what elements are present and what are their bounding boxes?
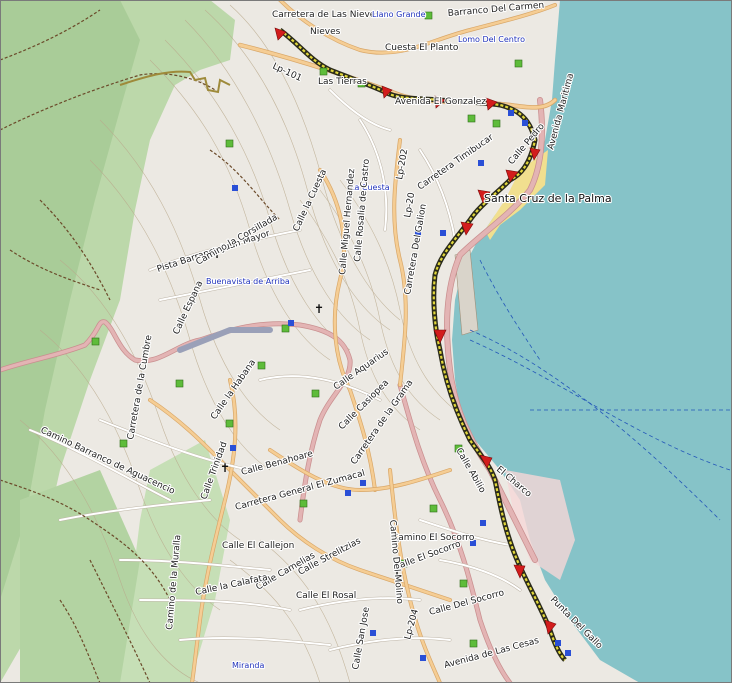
poi-icon[interactable]: [119, 439, 128, 448]
poi-icon[interactable]: [288, 320, 294, 326]
poi-icon[interactable]: [345, 490, 351, 496]
poi-icon[interactable]: [257, 361, 266, 370]
poi-icon[interactable]: [225, 419, 234, 428]
poi-icon[interactable]: [429, 504, 438, 513]
poi-icon[interactable]: [360, 480, 366, 486]
poi-icon[interactable]: [311, 389, 320, 398]
poi-icon[interactable]: [91, 337, 100, 346]
poi-icon[interactable]: [370, 630, 376, 636]
poi-icon[interactable]: [467, 114, 476, 123]
poi-icon[interactable]: [225, 139, 234, 148]
poi-icon[interactable]: [281, 324, 290, 333]
poi-icon[interactable]: [440, 230, 446, 236]
poi-icon[interactable]: [175, 379, 184, 388]
poi-icon[interactable]: [555, 640, 561, 646]
poi-icon[interactable]: [522, 120, 528, 126]
poi-icon[interactable]: [478, 160, 484, 166]
poi-icon[interactable]: [480, 520, 486, 526]
street-label: Las Tierras: [318, 77, 367, 87]
map-canvas[interactable]: ✝ ✝ ✝ ✝ Carretera de Las Nieves Cuesta E…: [0, 0, 732, 683]
street-label: Camino El Socorro: [392, 533, 475, 543]
place-label: Miranda: [232, 661, 264, 670]
place-label: Llano Grande: [372, 10, 426, 19]
street-label: Calle El Rosal: [296, 591, 356, 601]
poi-icon[interactable]: [565, 650, 571, 656]
place-label: Buenavista de Arriba: [206, 277, 290, 286]
place-label: Lomo Del Centro: [458, 35, 525, 44]
street-label: Nieves: [310, 27, 341, 37]
poi-icon[interactable]: [319, 67, 328, 76]
poi-icon[interactable]: [420, 655, 426, 661]
street-label: Calle El Callejon: [222, 541, 294, 551]
poi-icon[interactable]: [299, 499, 308, 508]
poi-icon[interactable]: [459, 579, 468, 588]
poi-icon[interactable]: [492, 119, 501, 128]
church-icon[interactable]: ✝: [314, 302, 324, 316]
street-label: Avenida El Gonzalez: [395, 97, 486, 107]
poi-icon[interactable]: [424, 11, 433, 20]
poi-icon[interactable]: [469, 639, 478, 648]
poi-icon[interactable]: [508, 110, 514, 116]
poi-icon[interactable]: [514, 59, 523, 68]
street-label: Cuesta El Planto: [385, 43, 459, 53]
street-label: Carretera de Las Nieves: [272, 10, 380, 20]
town-label: Santa Cruz de la Palma: [484, 192, 612, 205]
poi-icon[interactable]: [232, 185, 238, 191]
poi-icon[interactable]: [230, 445, 236, 451]
place-label: La Cuesta: [350, 183, 390, 192]
